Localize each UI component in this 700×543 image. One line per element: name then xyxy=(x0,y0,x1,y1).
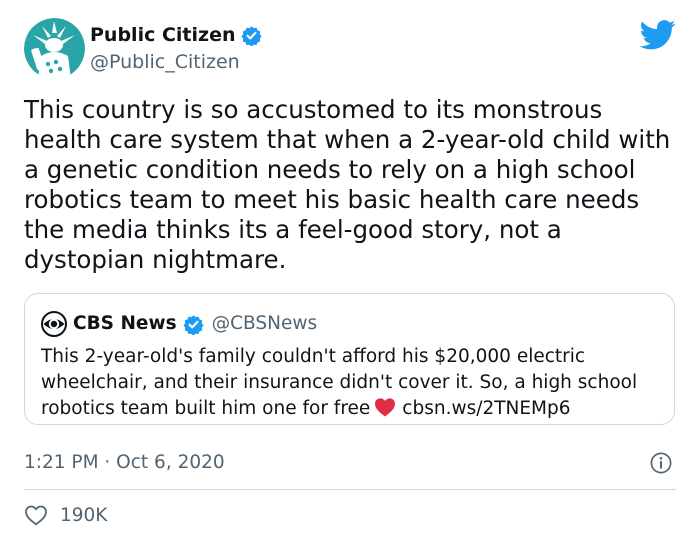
like-count: 190K xyxy=(60,504,108,526)
quoted-author-handle: @CBSNews xyxy=(211,313,318,334)
quoted-tweet-link[interactable]: cbsn.ws/2TNEMp6 xyxy=(402,398,570,419)
like-button[interactable]: 190K xyxy=(24,504,107,526)
twitter-bird-icon[interactable] xyxy=(640,20,676,50)
quoted-tweet-text: This 2-year-old's family couldn't afford… xyxy=(41,344,666,422)
quoted-tweet-header: CBS News @CBSNews xyxy=(41,311,317,337)
author-name-text: Public Citizen xyxy=(90,24,236,46)
heart-outline-icon xyxy=(25,505,47,526)
statue-of-liberty-logo-icon xyxy=(24,18,85,79)
tweet-text: This country is so accustomed to its mon… xyxy=(24,95,671,274)
red-heart-icon xyxy=(375,398,396,417)
cbs-eye-icon xyxy=(41,311,67,337)
quoted-author-name: CBS News xyxy=(73,313,177,334)
author-handle[interactable]: @Public_Citizen xyxy=(90,50,240,74)
avatar[interactable] xyxy=(24,18,85,79)
verified-badge-icon xyxy=(183,314,204,335)
quoted-tweet[interactable]: CBS News @CBSNews This 2-year-old's fami… xyxy=(24,293,675,425)
author-name[interactable]: Public Citizen xyxy=(90,23,263,47)
verified-badge-icon xyxy=(241,25,263,46)
divider xyxy=(24,489,676,490)
info-icon[interactable] xyxy=(650,452,672,474)
tweet-timestamp[interactable]: 1:21 PM · Oct 6, 2020 xyxy=(24,451,225,475)
